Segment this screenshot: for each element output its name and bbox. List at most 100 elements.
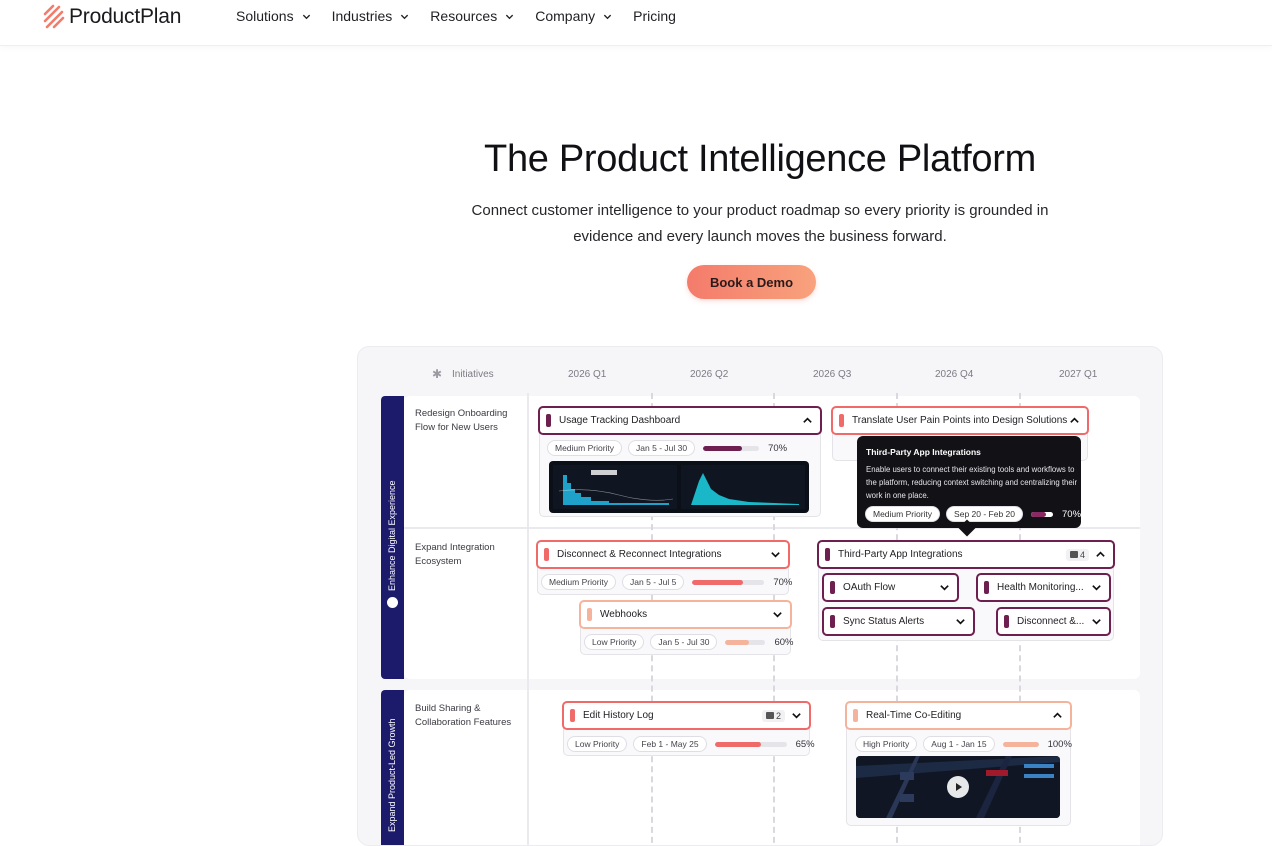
progress-fill <box>714 741 762 747</box>
progress-bar <box>692 579 765 585</box>
card-third-party-integrations[interactable]: Third-Party App Integrations 4 <box>817 540 1115 569</box>
card-disconnect-reconnect[interactable]: Disconnect & Reconnect Integrations <box>536 540 790 569</box>
nav-label: Pricing <box>633 8 676 24</box>
chevron-down-icon[interactable] <box>791 710 802 721</box>
date-range: Jan 5 - Jul 30 <box>628 440 696 456</box>
card-sync-status-alerts[interactable]: Sync Status Alerts <box>822 607 975 636</box>
play-icon[interactable] <box>947 776 969 798</box>
nav-label: Solutions <box>236 8 294 24</box>
card-title: Real-Time Co-Editing <box>866 710 962 721</box>
hero-subtitle-line: Connect customer intelligence to your pr… <box>471 202 1049 219</box>
card-disconnect-sub[interactable]: Disconnect &... <box>996 607 1111 636</box>
column-header: 2026 Q4 <box>935 369 974 380</box>
progress-percent: 70% <box>1062 508 1082 520</box>
group-enhance-digital-experience[interactable]: Enhance Digital Experience <box>381 396 404 679</box>
hero-title: The Product Intelligence Platform <box>484 138 1036 180</box>
chevron-up-icon[interactable] <box>1069 415 1080 426</box>
chevron-down-icon[interactable] <box>772 609 783 620</box>
card-tooltip: Third-Party App Integrations Enable user… <box>857 436 1081 528</box>
group-label: Expand Product-Led Growth <box>387 718 397 832</box>
dashboard-chart-graphic <box>553 465 805 509</box>
card-tag <box>587 608 592 621</box>
card-title: Edit History Log <box>583 710 654 721</box>
chevron-up-icon[interactable] <box>1052 710 1063 721</box>
card-usage-tracking-dashboard[interactable]: Usage Tracking Dashboard <box>538 406 822 435</box>
card-tag <box>1004 615 1009 628</box>
progress-fill <box>1002 741 1039 747</box>
card-health-monitoring[interactable]: Health Monitoring... <box>976 573 1111 602</box>
card-real-time-co-editing[interactable]: Real-Time Co-Editing <box>845 701 1072 730</box>
card-title: Sync Status Alerts <box>843 616 925 627</box>
column-header: 2026 Q2 <box>690 369 729 380</box>
priority-badge: High Priority <box>855 736 918 752</box>
card-tag <box>825 548 830 561</box>
chevron-down-icon[interactable] <box>955 616 966 627</box>
progress-percent: 100% <box>1047 738 1072 750</box>
nav-solutions[interactable]: Solutions <box>236 8 311 24</box>
card-meta: Medium Priority Jan 5 - Jul 30 70% <box>547 440 787 456</box>
card-translate-pain-points[interactable]: Translate User Pain Points into Design S… <box>831 406 1089 435</box>
group-icon <box>387 597 398 608</box>
card-title: Webhooks <box>600 609 648 620</box>
column-header: 2026 Q3 <box>813 369 852 380</box>
row-label: Redesign Onboarding Flow for New Users <box>415 408 508 433</box>
chevron-up-icon[interactable] <box>1095 549 1106 560</box>
card-tag <box>546 414 551 427</box>
stack-icon <box>1069 551 1078 558</box>
brand-logo[interactable]: ProductPlan <box>42 4 181 30</box>
subitem-count: 4 <box>1065 548 1089 561</box>
productplan-logo-icon <box>43 4 65 29</box>
tooltip-meta: Medium Priority Sep 20 - Feb 20 70% <box>865 506 1081 522</box>
nav-company[interactable]: Company <box>535 8 612 24</box>
date-range: Feb 1 - May 25 <box>633 736 707 752</box>
date-range: Jan 5 - Jul 5 <box>622 574 685 590</box>
card-title: Third-Party App Integrations <box>838 549 963 560</box>
date-range: Aug 1 - Jan 15 <box>923 736 995 752</box>
progress-bar <box>703 445 760 451</box>
card-meta: Low Priority Feb 1 - May 25 65% <box>567 736 815 752</box>
progress-percent: 60% <box>774 636 794 648</box>
column-header: 2026 Q1 <box>568 369 607 380</box>
card-title: OAuth Flow <box>843 582 896 593</box>
card-webhooks[interactable]: Webhooks <box>579 600 792 629</box>
priority-badge: Low Priority <box>567 736 628 752</box>
progress-percent: 70% <box>773 576 793 588</box>
card-oauth-flow[interactable]: OAuth Flow <box>822 573 959 602</box>
card-tag <box>830 615 835 628</box>
card-tag <box>830 581 835 594</box>
nav-pricing[interactable]: Pricing <box>633 8 676 24</box>
card-tag <box>544 548 549 561</box>
chevron-down-icon <box>506 14 514 19</box>
subitem-count-value: 2 <box>775 710 781 721</box>
priority-badge: Medium Priority <box>547 440 623 456</box>
card-tag <box>984 581 989 594</box>
video-thumbnail[interactable] <box>856 756 1060 818</box>
group-label: Enhance Digital Experience <box>387 480 397 591</box>
card-meta: Medium Priority Jan 5 - Jul 5 70% <box>541 574 792 590</box>
priority-badge: Medium Priority <box>541 574 617 590</box>
site-header: ProductPlan Solutions Industries Resourc… <box>0 0 1272 46</box>
chevron-down-icon <box>604 14 612 19</box>
hero-subtitle-line: evidence and every launch moves the busi… <box>573 228 947 245</box>
card-tag <box>570 709 575 722</box>
chevron-up-icon[interactable] <box>802 415 813 426</box>
progress-fill <box>725 639 750 645</box>
nav-resources[interactable]: Resources <box>430 8 514 24</box>
row-label: Build Sharing & Collaboration Features <box>415 703 512 728</box>
initiatives-header: Initiatives <box>452 369 494 380</box>
chevron-down-icon[interactable] <box>1091 616 1102 627</box>
subitem-count: 2 <box>761 709 785 722</box>
nav-industries[interactable]: Industries <box>332 8 410 24</box>
progress-fill <box>703 445 743 451</box>
card-edit-history-log[interactable]: Edit History Log 2 <box>562 701 811 730</box>
play-triangle <box>956 783 962 791</box>
group-expand-product-led-growth[interactable]: Expand Product-Led Growth <box>381 690 404 845</box>
book-demo-button[interactable]: Book a Demo <box>687 265 816 299</box>
chevron-down-icon[interactable] <box>939 582 950 593</box>
chevron-down-icon[interactable] <box>1091 582 1102 593</box>
nav-label: Resources <box>430 8 498 24</box>
card-title: Disconnect &... <box>1017 616 1085 627</box>
chevron-down-icon[interactable] <box>770 549 781 560</box>
card-tag <box>839 414 844 427</box>
date-range: Sep 20 - Feb 20 <box>946 506 1024 522</box>
